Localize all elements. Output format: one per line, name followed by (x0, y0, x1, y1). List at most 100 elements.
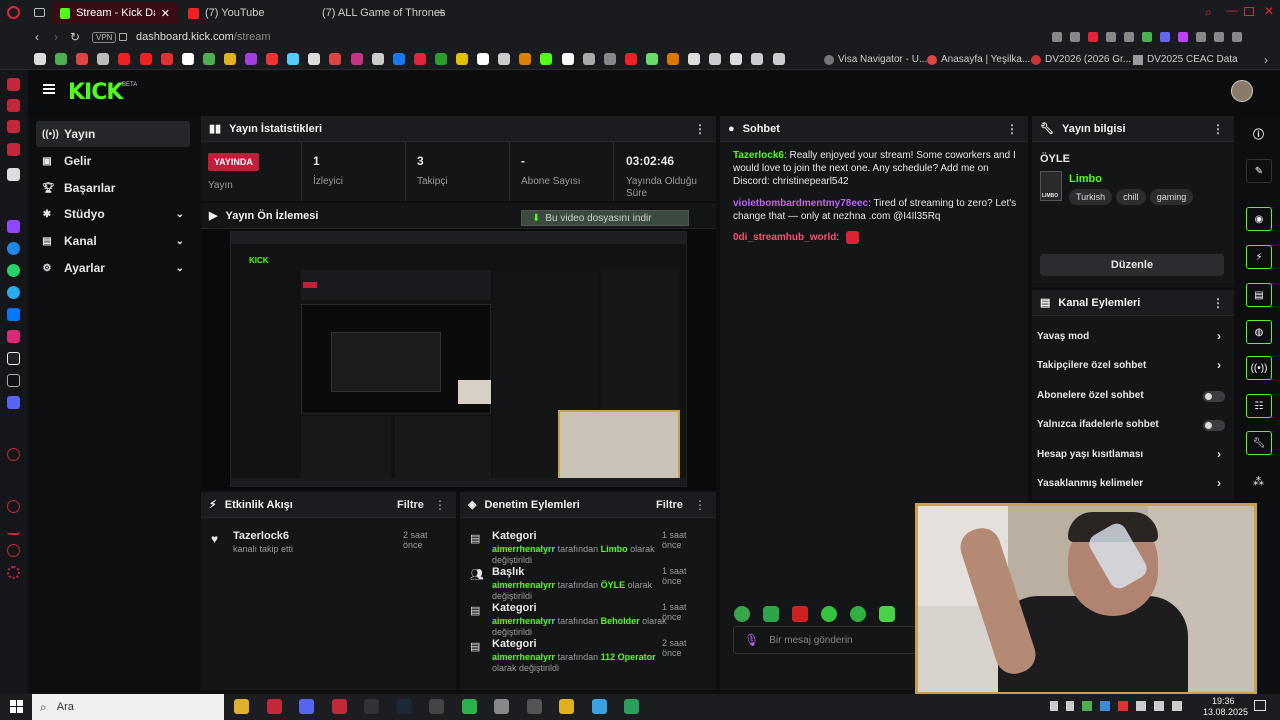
bookmark-favicon-icon[interactable] (645, 53, 658, 65)
avatar[interactable] (1231, 80, 1253, 102)
bookmark-favicon-icon[interactable] (709, 53, 722, 65)
windows-start-icon[interactable] (10, 700, 23, 713)
history-icon[interactable] (7, 544, 20, 557)
bookmark-favicon-icon[interactable] (245, 53, 257, 65)
tag[interactable]: chill (1116, 189, 1146, 205)
bookmark-favicon-icon[interactable] (392, 53, 405, 65)
notes-button[interactable]: ▤ (1246, 283, 1272, 307)
channel-action-item[interactable]: Hesap yaşı kısıtlaması › (1037, 446, 1229, 466)
channel-action-item[interactable]: Yavaş mod › (1037, 328, 1229, 348)
reload-icon[interactable]: ↻ (70, 30, 80, 44)
more-bookmarks-icon[interactable]: › (1264, 53, 1268, 67)
bookmark-visa-navigator[interactable]: Visa Navigator - U... (824, 54, 927, 65)
wrench-button[interactable]: 🔧︎ (1246, 431, 1272, 455)
bookmark-favicon-icon[interactable] (160, 53, 173, 65)
category-name[interactable]: Limbo (1069, 173, 1102, 185)
filter-button[interactable]: Filtre (397, 499, 424, 511)
taskbar-app-icon[interactable] (299, 699, 314, 714)
emote-bar[interactable] (734, 606, 928, 622)
broadcast-button[interactable]: ((•)) (1246, 356, 1272, 380)
maximize-icon[interactable] (1244, 7, 1254, 16)
lightning-button[interactable]: ⚡︎ (1246, 245, 1272, 269)
channel-action-item[interactable]: Yalnızca ifadelerle sohbet (1037, 416, 1229, 436)
bookmark-favicon-icon[interactable] (603, 53, 616, 65)
filter-button[interactable]: Filtre (656, 499, 683, 511)
bookmark-favicon-icon[interactable] (688, 53, 701, 65)
clock-time[interactable]: 19:36 (1212, 696, 1235, 706)
taskbar-app-icon[interactable] (526, 699, 542, 714)
toggle-switch[interactable] (1203, 390, 1225, 402)
bookmark-favicon-icon[interactable] (498, 53, 511, 65)
nav-item-channel[interactable]: ▤ Kanal ⌄ (36, 228, 190, 254)
bookmark-favicon-icon[interactable] (561, 53, 574, 65)
sidebar-tool-icon[interactable] (7, 500, 20, 513)
vpn-badge[interactable]: VPN (92, 32, 117, 43)
bookmark-favicon-icon[interactable] (350, 53, 363, 65)
chat-username[interactable]: violetbombardmentmy78eec (733, 198, 868, 209)
bookmark-favicon-icon[interactable] (667, 53, 679, 65)
emote-icon[interactable] (879, 606, 895, 622)
bookmark-favicon-icon[interactable] (477, 53, 490, 65)
bookmark-favicon-icon[interactable] (434, 53, 447, 65)
nav-item-achievements[interactable]: 🏆︎ Başarılar (36, 175, 190, 201)
more-options-icon[interactable]: ⋮ (1212, 296, 1224, 310)
pen-button[interactable]: ✎ (1246, 159, 1272, 183)
taskbar-app-icon[interactable] (266, 699, 282, 714)
taskbar-app-icon[interactable] (234, 699, 249, 714)
bookmark-favicon-icon[interactable] (287, 53, 300, 65)
moderation-button[interactable]: ☷ (1246, 394, 1272, 418)
taskbar-app-icon[interactable] (429, 699, 444, 714)
emote-icon[interactable] (850, 606, 866, 622)
nav-item-revenue[interactable]: ▣ Gelir (36, 148, 190, 174)
bookmark-favicon-icon[interactable] (139, 53, 152, 65)
bookmark-favicon-icon[interactable] (97, 53, 110, 65)
tag[interactable]: Turkish (1069, 189, 1113, 205)
bookmark-anasayfa[interactable]: Anasayfa | Yeşilka... (927, 54, 1030, 65)
more-options-icon[interactable]: ⋮ (694, 498, 706, 512)
channel-action-item[interactable]: Abonelere özel sohbet (1037, 387, 1229, 407)
forward-icon[interactable]: › (54, 30, 58, 44)
chat-username[interactable]: Tazerlock6 (733, 150, 784, 161)
video-player[interactable]: KICK (230, 231, 687, 487)
settings-icon[interactable] (7, 566, 20, 579)
bookmark-favicon-icon[interactable] (456, 53, 468, 65)
taskbar-app-icon[interactable] (331, 699, 347, 714)
bookmark-favicon-icon[interactable] (371, 53, 384, 65)
bookmark-favicon-icon[interactable] (413, 53, 426, 65)
bookmark-favicon-icon[interactable] (181, 53, 194, 65)
emote-icon[interactable] (763, 606, 779, 622)
tab-close-icon[interactable]: ✕ (161, 7, 170, 20)
bookmark-dv2025[interactable]: DV2025 CEAC Data (1133, 54, 1238, 65)
camera-button[interactable]: ◉ (1246, 207, 1272, 231)
tab-youtube[interactable]: (7) YouTube (180, 2, 304, 24)
bookmark-favicon-icon[interactable] (223, 53, 236, 65)
nav-item-studio[interactable]: ✱ Stüdyo ⌄ (36, 201, 190, 227)
bookmark-favicon-icon[interactable] (730, 53, 743, 65)
notifications-icon[interactable] (1254, 700, 1266, 711)
bookmark-favicon-icon[interactable] (582, 53, 595, 65)
channel-action-item[interactable]: Yasaklanmış kelimeler › (1037, 475, 1229, 495)
taskbar-app-icon[interactable] (364, 699, 379, 714)
tiktok-icon[interactable] (7, 352, 20, 365)
bookmark-favicon-icon[interactable] (266, 53, 279, 65)
bookmark-favicon-icon[interactable] (202, 53, 215, 65)
taskbar-app-icon[interactable] (591, 699, 607, 714)
emote-icon[interactable] (792, 606, 808, 622)
edit-button[interactable]: Düzenle (1040, 254, 1224, 276)
sidebar-app-icon[interactable] (7, 78, 20, 91)
bookmark-favicon-icon[interactable] (118, 53, 131, 65)
extension-icons[interactable] (1052, 32, 1252, 44)
bookmark-favicon-icon[interactable] (76, 53, 89, 65)
sidebar-tool-icon[interactable] (7, 448, 20, 461)
whatsapp-icon[interactable] (7, 264, 20, 277)
back-icon[interactable]: ‹ (35, 30, 39, 44)
taskbar-app-icon[interactable] (494, 699, 509, 714)
chat-button[interactable]: ◍ (1246, 320, 1272, 344)
download-video-button[interactable]: ⬇ Bu video dosyasını indir (521, 210, 689, 226)
channel-action-item[interactable]: Takipçilere özel sohbet › (1037, 357, 1229, 377)
download-icon[interactable] (7, 522, 20, 535)
menu-icon[interactable] (43, 84, 55, 94)
tab-game-of-thrones[interactable]: (7) ALL Game of Thrones (308, 2, 446, 24)
bookmark-favicon-icon[interactable] (519, 53, 532, 65)
bookmark-favicon-icon[interactable] (540, 53, 553, 65)
